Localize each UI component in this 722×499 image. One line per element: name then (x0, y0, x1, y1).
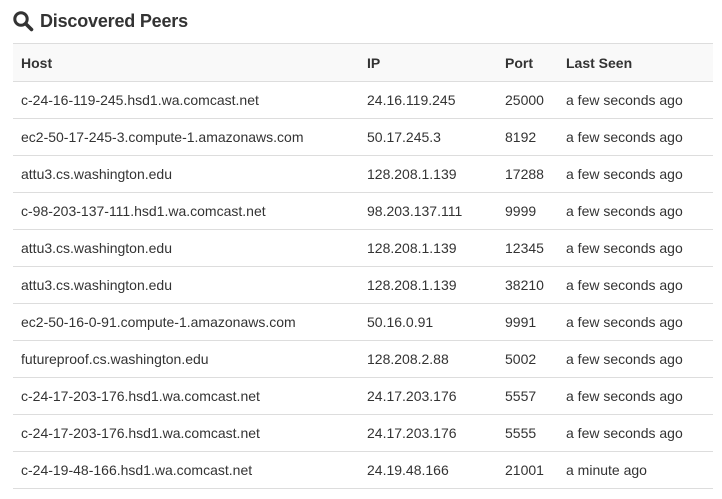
table-body: c-24-16-119-245.hsd1.wa.comcast.net 24.16… (13, 81, 713, 489)
ip-cell: 24.17.203.176 (359, 414, 497, 452)
table-row: c-24-16-119-245.hsd1.wa.comcast.net 24.16… (13, 81, 713, 119)
column-header-port: Port (497, 43, 558, 82)
table-row: attu3.cs.washington.edu 128.208.1.139 3821… (13, 266, 713, 304)
port-cell: 5557 (497, 377, 558, 415)
table-row: c-24-17-203-176.hsd1.wa.comcast.net 24.17… (13, 377, 713, 415)
table-row: futureproof.cs.washington.edu 128.208.2.8… (13, 340, 713, 378)
table-row: attu3.cs.washington.edu 128.208.1.139 1728… (13, 155, 713, 193)
last-seen-cell: a few seconds ago (558, 192, 713, 230)
peers-table: Host IP Port Last Seen c-24-16-119-245.h… (13, 43, 713, 489)
table-row: c-98-203-137-111.hsd1.wa.comcast.net 98.2… (13, 192, 713, 230)
page-title: Discovered Peers (40, 10, 188, 31)
port-cell: 8192 (497, 118, 558, 156)
host-cell: c-98-203-137-111.hsd1.wa.comcast.net (13, 192, 359, 230)
panel-heading: Discovered Peers (12, 8, 188, 34)
ip-cell: 128.208.1.139 (359, 155, 497, 193)
column-header-last-seen: Last Seen (558, 43, 713, 82)
column-header-host: Host (13, 43, 359, 82)
port-cell: 5555 (497, 414, 558, 452)
host-cell: c-24-17-203-176.hsd1.wa.comcast.net (13, 377, 359, 415)
search-icon (13, 11, 34, 32)
port-cell: 21001 (497, 451, 558, 489)
ip-cell: 50.16.0.91 (359, 303, 497, 341)
host-cell: c-24-17-203-176.hsd1.wa.comcast.net (13, 414, 359, 452)
ip-cell: 24.16.119.245 (359, 81, 497, 119)
last-seen-cell: a few seconds ago (558, 118, 713, 156)
last-seen-cell: a few seconds ago (558, 340, 713, 378)
host-cell: ec2-50-17-245-3.compute-1.amazonaws.com (13, 118, 359, 156)
ip-cell: 128.208.1.139 (359, 229, 497, 267)
last-seen-cell: a minute ago (558, 451, 713, 489)
host-cell: attu3.cs.washington.edu (13, 266, 359, 304)
port-cell: 17288 (497, 155, 558, 193)
host-cell: attu3.cs.washington.edu (13, 155, 359, 193)
table-row: c-24-17-203-176.hsd1.wa.comcast.net 24.17… (13, 414, 713, 452)
ip-cell: 24.19.48.166 (359, 451, 497, 489)
last-seen-cell: a few seconds ago (558, 81, 713, 119)
host-cell: ec2-50-16-0-91.compute-1.amazonaws.com (13, 303, 359, 341)
last-seen-cell: a few seconds ago (558, 155, 713, 193)
port-cell: 38210 (497, 266, 558, 304)
last-seen-cell: a few seconds ago (558, 303, 713, 341)
header-row: Host IP Port Last Seen (13, 43, 713, 82)
table-row: ec2-50-16-0-91.compute-1.amazonaws.com 50… (13, 303, 713, 341)
ip-cell: 128.208.1.139 (359, 266, 497, 304)
table-row: ec2-50-17-245-3.compute-1.amazonaws.com 5… (13, 118, 713, 156)
host-cell: futureproof.cs.washington.edu (13, 340, 359, 378)
ip-cell: 50.17.245.3 (359, 118, 497, 156)
port-cell: 9999 (497, 192, 558, 230)
port-cell: 12345 (497, 229, 558, 267)
host-cell: c-24-16-119-245.hsd1.wa.comcast.net (13, 81, 359, 119)
table-row: attu3.cs.washington.edu 128.208.1.139 1234… (13, 229, 713, 267)
last-seen-cell: a few seconds ago (558, 266, 713, 304)
port-cell: 5002 (497, 340, 558, 378)
port-cell: 25000 (497, 81, 558, 119)
last-seen-cell: a few seconds ago (558, 414, 713, 452)
last-seen-cell: a few seconds ago (558, 377, 713, 415)
ip-cell: 128.208.2.88 (359, 340, 497, 378)
column-header-ip: IP (359, 43, 497, 82)
last-seen-cell: a few seconds ago (558, 229, 713, 267)
table-header: Host IP Port Last Seen (13, 43, 713, 82)
ip-cell: 24.17.203.176 (359, 377, 497, 415)
table-row: c-24-19-48-166.hsd1.wa.comcast.net 24.19.… (13, 451, 713, 489)
ip-cell: 98.203.137.111 (359, 192, 497, 230)
host-cell: attu3.cs.washington.edu (13, 229, 359, 267)
host-cell: c-24-19-48-166.hsd1.wa.comcast.net (13, 451, 359, 489)
port-cell: 9991 (497, 303, 558, 341)
discovered-peers-panel: Discovered Peers Host IP Port Last Seen … (0, 0, 722, 499)
